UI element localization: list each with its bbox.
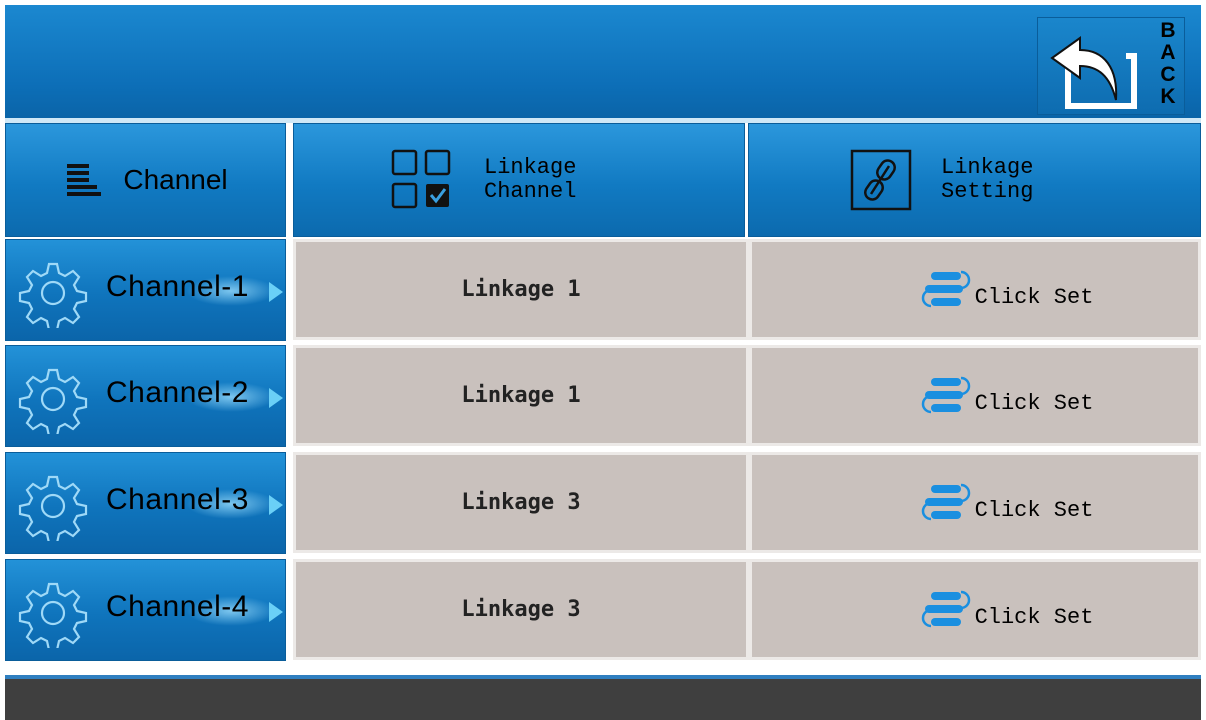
link-icon [850,149,912,211]
linkage-value: Linkage 1 [461,277,581,302]
channel-button-2[interactable]: Channel-2 [5,345,286,447]
header-line: Linkage [941,155,1034,180]
chevron-right-icon [269,388,283,408]
screen: B A C K Channel Linkage Channel Linkage … [0,0,1206,720]
toggle-stack-icon [921,270,970,307]
channel-label: Channel-3 [106,483,249,516]
back-label: B A C K [1155,20,1181,108]
header-line: Channel [484,179,577,204]
channel-label: Channel-2 [106,376,249,409]
linkage-cell-4[interactable]: Linkage 3 [293,559,749,660]
channel-button-1[interactable]: Channel-1 [5,239,286,341]
click-set-label: Click Set [974,390,1094,416]
checkbox-grid-icon [391,149,451,209]
linkage-cell-2[interactable]: Linkage 1 [293,345,749,446]
header-linkage-channel-label: Linkage Channel [484,156,576,204]
back-button[interactable]: B A C K [1037,17,1185,115]
list-icon [67,164,102,196]
gear-icon [18,368,88,434]
header-linkage-setting: Linkage Setting [748,123,1201,237]
chevron-right-icon [269,602,283,622]
channel-label: Channel-1 [106,270,249,303]
chevron-right-icon [269,282,283,302]
linkage-cell-3[interactable]: Linkage 3 [293,452,749,553]
back-letter: C [1160,63,1176,86]
header-line: Setting [941,179,1034,204]
click-set-content: Click Set [917,481,1094,525]
bottom-bar [5,675,1201,720]
header-linkage-setting-label: Linkage Setting [941,156,1033,204]
click-set-button-3[interactable]: Click Set [749,452,1201,553]
channel-label: Channel-4 [106,590,249,623]
click-set-label: Click Set [974,284,1094,310]
toggle-stack-icon [921,483,970,520]
linkage-value: Linkage 1 [461,383,581,408]
click-set-content: Click Set [917,268,1094,312]
gear-icon [18,262,88,328]
click-set-button-2[interactable]: Click Set [749,345,1201,446]
back-letter: K [1160,85,1176,108]
linkage-value: Linkage 3 [461,490,581,515]
gear-icon [18,475,88,541]
click-set-label: Click Set [974,497,1094,523]
linkage-value: Linkage 3 [461,597,581,622]
back-letter: B [1160,19,1176,42]
click-set-button-1[interactable]: Click Set [749,239,1201,340]
back-letter: A [1160,41,1176,64]
channel-button-4[interactable]: Channel-4 [5,559,286,661]
linkage-cell-1[interactable]: Linkage 1 [293,239,749,340]
click-set-content: Click Set [917,588,1094,632]
top-bar: B A C K [5,5,1201,118]
channel-button-3[interactable]: Channel-3 [5,452,286,554]
header-line: Linkage [484,155,577,180]
header-linkage-channel: Linkage Channel [293,123,745,237]
toggle-stack-icon [921,376,970,413]
click-set-content: Click Set [917,374,1094,418]
header-channel: Channel [5,123,286,237]
back-arrow-icon [1050,36,1137,109]
toggle-stack-icon [921,590,970,627]
header-channel-label: Channel [123,164,228,195]
chevron-right-icon [269,495,283,515]
click-set-label: Click Set [974,604,1094,630]
gear-icon [18,582,88,648]
click-set-button-4[interactable]: Click Set [749,559,1201,660]
